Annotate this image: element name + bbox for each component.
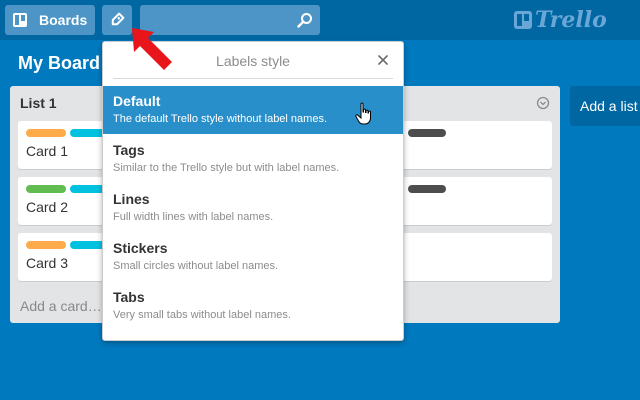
card-label <box>26 241 66 249</box>
logo-text: Trello <box>535 7 607 33</box>
add-list-button[interactable]: Add a list <box>570 86 640 126</box>
add-card-link[interactable]: Add a card… <box>20 298 102 314</box>
card-title: Card 2 <box>26 199 69 215</box>
option-tabs[interactable]: Tabs Very small tabs without label names… <box>103 282 403 330</box>
boards-button[interactable]: Boards <box>5 5 95 35</box>
option-description: Full width lines with label names. <box>113 211 274 223</box>
search-icon[interactable] <box>297 12 313 28</box>
tag-icon <box>111 12 125 26</box>
option-stickers[interactable]: Stickers Small circles without label nam… <box>103 233 403 281</box>
pointer-arrow-icon <box>132 28 172 70</box>
card-label <box>26 185 66 193</box>
card-label <box>408 129 446 137</box>
trello-logo-icon <box>514 11 532 29</box>
popover-divider <box>113 78 393 79</box>
card-title: Card 3 <box>26 255 69 271</box>
option-description: Small circles without label names. <box>113 260 279 272</box>
add-list-label: Add a list <box>580 98 638 114</box>
labels-style-popover: Labels style Default The default Trello … <box>102 41 404 341</box>
option-name: Default <box>113 93 161 109</box>
card-title: Card 1 <box>26 143 69 159</box>
trello-logo: Trello <box>514 7 607 33</box>
board-title[interactable]: My Board <box>18 53 100 74</box>
option-lines[interactable]: Lines Full width lines with label names. <box>103 184 403 232</box>
option-description: Very small tabs without label names. <box>113 309 291 321</box>
card-label <box>26 129 66 137</box>
list-title[interactable]: List 1 <box>20 95 57 111</box>
option-name: Tabs <box>113 289 145 305</box>
option-description: The default Trello style without label n… <box>113 113 328 125</box>
hand-cursor-icon <box>355 102 371 125</box>
option-name: Lines <box>113 191 150 207</box>
option-name: Tags <box>113 142 145 158</box>
boards-icon <box>13 13 27 27</box>
option-description: Similar to the Trello style but with lab… <box>113 162 340 174</box>
top-header: Boards Trello <box>0 0 640 40</box>
list-menu-icon[interactable] <box>536 96 550 110</box>
close-icon[interactable] <box>377 54 389 66</box>
card-label <box>408 185 446 193</box>
option-name: Stickers <box>113 240 168 256</box>
option-tags[interactable]: Tags Similar to the Trello style but wit… <box>103 135 403 183</box>
boards-button-label: Boards <box>39 12 88 28</box>
